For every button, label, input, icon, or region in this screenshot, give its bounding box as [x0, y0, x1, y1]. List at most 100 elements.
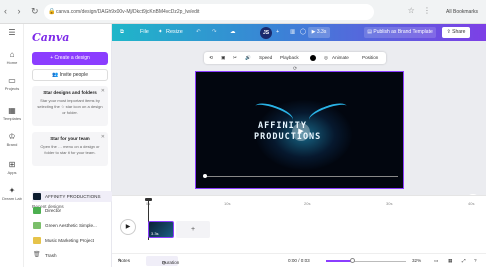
- design-thumbnail: [33, 207, 41, 214]
- zoom-slider-fill: [326, 260, 352, 262]
- apps-icon: ⊞: [8, 160, 16, 169]
- zoom-slider-knob[interactable]: [349, 258, 355, 263]
- share-label: Share: [452, 29, 466, 35]
- recent-item[interactable]: Music Marketing Project: [32, 235, 112, 246]
- color-swatch[interactable]: [310, 55, 316, 61]
- fullscreen-icon[interactable]: ⤢: [462, 254, 466, 268]
- recent-item[interactable]: Director: [32, 205, 112, 216]
- redo-icon[interactable]: ↷: [212, 24, 217, 41]
- ruler-tick: 30s: [386, 201, 393, 206]
- share-button[interactable]: ⇪ Share: [442, 27, 470, 38]
- recent-item-trash[interactable]: 🗑 Trash: [32, 250, 112, 261]
- add-page-button[interactable]: +: [176, 221, 210, 238]
- rail-item-dream-lab[interactable]: ✦ Dream Lab: [0, 186, 24, 201]
- undo-icon[interactable]: ↶: [196, 24, 201, 41]
- star-designs-card: ✕ Star designs and folders Star your mos…: [32, 86, 108, 126]
- duration-label: Duration: [162, 260, 180, 265]
- time-readout: 0:00 / 0:03: [288, 258, 310, 263]
- menu-icon[interactable]: ⧉: [120, 24, 124, 41]
- grid-view-icon[interactable]: ▦: [448, 254, 452, 268]
- comment-icon[interactable]: ◯: [300, 24, 306, 41]
- context-toolbar: ⟲ ▣ ✂ 🔊 Speed Playback ◎ Animate Positio…: [204, 52, 386, 64]
- rail-label: Templates: [2, 116, 22, 121]
- trash-icon: 🗑: [33, 252, 41, 258]
- design-thumbnail: [33, 222, 41, 229]
- lock-icon: 🔒: [48, 9, 56, 15]
- resize-menu[interactable]: Resize: [166, 24, 183, 41]
- rail-item-brand[interactable]: ♔ Brand: [0, 132, 24, 147]
- bookmarks-label[interactable]: All Bookmarks: [446, 9, 478, 15]
- canvas-title-line2: PRODUCTIONS: [254, 132, 322, 142]
- timeline: 0s 10s 20s 30s 40s ▶ 3.3s +: [112, 195, 486, 253]
- card-body: Open the … menu on a design or folder to…: [40, 144, 100, 155]
- publish-label: Publish as Brand Template: [373, 29, 433, 35]
- close-icon[interactable]: ✕: [101, 88, 105, 94]
- publish-brand-template-button[interactable]: ▤ Publish as Brand Template: [364, 27, 436, 38]
- volume-icon[interactable]: 🔊: [245, 52, 251, 64]
- video-progress-track[interactable]: [204, 176, 398, 177]
- animate-icon: ◎: [324, 55, 329, 60]
- chart-icon[interactable]: ▥: [290, 24, 295, 41]
- create-design-button[interactable]: + Create a design: [32, 52, 108, 65]
- folder-icon: ▭: [8, 76, 16, 85]
- rail-label: Home: [6, 60, 18, 65]
- zoom-level[interactable]: 32%: [412, 254, 421, 268]
- editor-workspace: ⟲ ▣ ✂ 🔊 Speed Playback ◎ Animate Positio…: [112, 41, 486, 214]
- card-title: Star designs and folders: [43, 90, 97, 95]
- cloud-save-icon[interactable]: ☁: [230, 24, 236, 41]
- recent-label: Director: [45, 208, 62, 213]
- ruler-tick: 20s: [304, 201, 311, 206]
- video-progress-knob[interactable]: [203, 174, 207, 178]
- rail-item-projects[interactable]: ▭ Projects: [0, 76, 24, 91]
- recent-item[interactable]: AFFINITY PRODUCTIONS: [32, 191, 112, 202]
- timeline-play-button[interactable]: ▶: [120, 219, 136, 235]
- add-collaborator-icon[interactable]: +: [276, 24, 279, 41]
- resize-icon: ✦: [158, 29, 163, 35]
- recent-label: Music Marketing Project: [45, 238, 95, 243]
- ruler-tick: 10s: [224, 201, 231, 206]
- rail-label: Apps: [7, 170, 17, 175]
- speed-button[interactable]: Speed: [259, 52, 272, 64]
- video-play-button[interactable]: ▶: [292, 123, 310, 141]
- crop-icon[interactable]: ⟲: [209, 52, 213, 64]
- animate-button[interactable]: Animate: [332, 52, 349, 64]
- file-menu[interactable]: File: [140, 24, 149, 41]
- invite-icon: 👥: [52, 72, 60, 78]
- duration-button[interactable]: ◷ Duration: [146, 256, 179, 266]
- rail-item-apps[interactable]: ⊞ Apps: [0, 160, 24, 175]
- close-icon[interactable]: ✕: [101, 134, 105, 140]
- design-thumbnail: [33, 237, 41, 244]
- crown-icon: ♔: [8, 132, 16, 141]
- avatar[interactable]: JS: [260, 27, 272, 39]
- trim-icon[interactable]: ✂: [233, 52, 237, 64]
- url-text: canva.com/design/DAGh9x00v-Mj/Dkct9jcKnB…: [56, 9, 200, 15]
- address-bar[interactable]: 🔒 canva.com/design/DAGh9x00v-Mj/Dkct9jcK…: [44, 4, 374, 20]
- recent-label: AFFINITY PRODUCTIONS: [45, 194, 101, 199]
- invite-label: Invite people: [59, 72, 88, 78]
- duration-badge[interactable]: ▶ 3.3s: [308, 27, 330, 38]
- rail-item-home[interactable]: ⌂ Home: [0, 50, 24, 65]
- timeline-clip[interactable]: 3.3s: [148, 221, 174, 238]
- invite-people-button[interactable]: 👥 Invite people: [32, 69, 108, 81]
- position-button[interactable]: Position: [362, 52, 378, 64]
- star-team-card: ✕ Star for your team Open the … menu on …: [32, 132, 108, 166]
- sparkle-icon: ✦: [8, 186, 16, 195]
- rail-item-templates[interactable]: ▦ Templates: [0, 106, 24, 121]
- editor-toolbar: ⧉ File ✦ Resize ↶ ↷ ☁ JS + ▥ ◯ ▶ 3.3s ▤ …: [112, 24, 486, 41]
- rail-menu-button[interactable]: ☰: [0, 28, 24, 38]
- recent-item[interactable]: Green Aesthetic Simple...: [32, 220, 112, 231]
- pages-icon[interactable]: ▭: [434, 254, 438, 268]
- design-canvas[interactable]: AFFINITY PRODUCTIONS ▶: [195, 71, 404, 189]
- help-icon[interactable]: ?: [474, 254, 477, 268]
- playback-button[interactable]: Playback: [280, 52, 299, 64]
- status-bar: ✎ Notes ◷ Duration 0:00 / 0:03 32% ▭ ▦ ⤢…: [112, 253, 486, 267]
- duration-text: 3.3s: [316, 29, 327, 35]
- clip-duration: 3.3s: [151, 231, 159, 236]
- canva-logo[interactable]: Canva: [32, 31, 69, 44]
- menu-icon: ☰: [8, 28, 16, 37]
- rail-label: Brand: [6, 142, 18, 147]
- browser-nav-buttons[interactable]: ‹ › ↻: [4, 6, 43, 17]
- extension-icons[interactable]: ☆ ⋮: [408, 6, 434, 15]
- flip-icon[interactable]: ▣: [221, 52, 225, 64]
- design-thumbnail: [33, 193, 41, 200]
